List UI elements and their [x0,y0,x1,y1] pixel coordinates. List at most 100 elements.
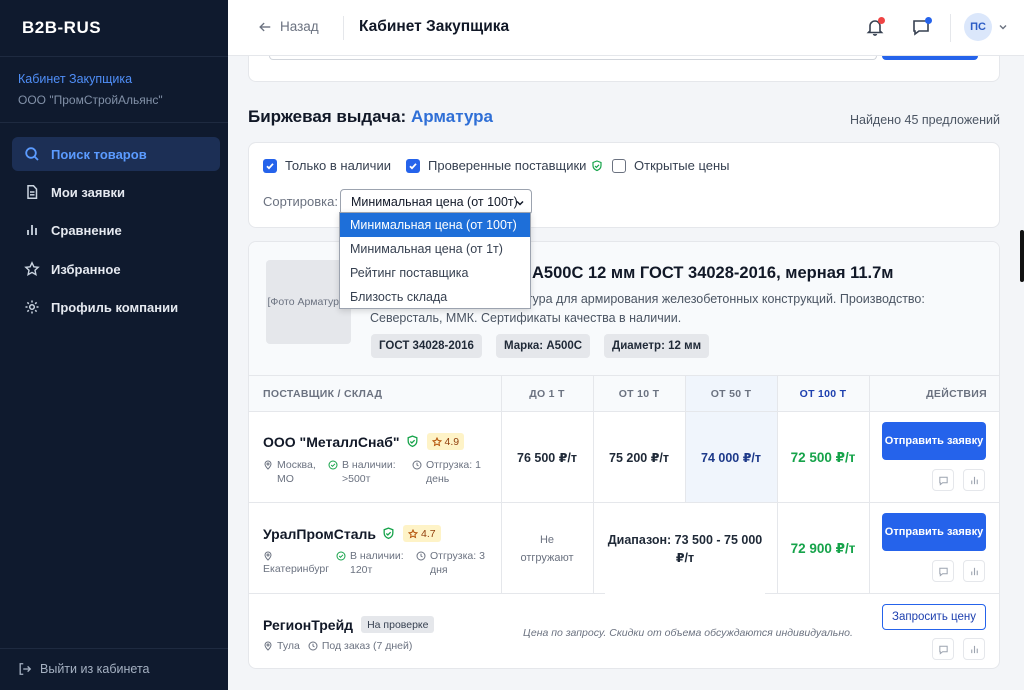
back-button[interactable]: Назад [258,19,319,34]
supplier-location: Москва, МО [263,458,325,486]
open-prices-checkbox[interactable]: Открытые цены [612,158,730,173]
chat-icon [938,567,948,577]
chevron-down-icon[interactable] [998,22,1008,32]
checkbox-checked[interactable] [263,158,277,173]
results-count: Найдено 45 предложений [849,113,1000,127]
sort-option[interactable]: Близость склада [340,285,530,309]
chevron-down-icon [516,200,524,206]
message-button[interactable] [932,560,954,582]
col-header-50t: ОТ 50 Т [685,376,777,412]
supplier-shipping: Отгрузка: 3 дня [416,549,494,577]
sidebar: B2B-RUS Кабинет Закупщика ООО "ПромСтрой… [0,0,228,690]
bar-chart-icon [970,476,978,484]
sidebar-item-label: Сравнение [51,222,122,238]
in-stock-checkbox[interactable]: Только в наличии [263,158,391,173]
org-name: ООО "ПромСтройАльянс" [18,93,163,107]
map-pin-icon [264,551,272,561]
clock-icon [416,551,426,561]
sidebar-item-favorites[interactable]: Избранное [12,252,220,286]
notifications-button[interactable] [865,17,885,37]
section-title-prefix: Биржевая выдача: [248,107,407,126]
sort-option[interactable]: Минимальная цена (от 1т) [340,237,530,261]
chat-icon [938,645,948,655]
top-header: Назад Кабинет Закупщика ПС [228,0,1024,56]
bar-chart-icon [970,567,978,575]
messages-button[interactable] [911,17,932,37]
sidebar-item-requests[interactable]: Мои заявки [12,175,220,209]
checkbox-label: Проверенные поставщики [428,158,587,173]
price-100t: 72 500 ₽/т [790,449,856,465]
supplier-name[interactable]: РегионТрейд На проверке [263,616,435,633]
sidebar-item-profile[interactable]: Профиль компании [12,290,220,324]
checkbox-label: Только в наличии [285,158,391,173]
check-circle-icon [336,551,346,561]
sort-label: Сортировка: [263,194,338,209]
col-header-actions: ДЕЙСТВИЯ [869,376,999,412]
scrollbar-thumb[interactable] [1020,230,1024,282]
sort-dropdown: Минимальная цена (от 100т) Минимальная ц… [339,212,531,309]
tag-grade: Марка: А500С [496,334,591,358]
logout-link[interactable]: Выйти из кабинета [18,662,150,676]
back-label: Назад [280,19,319,34]
col-header-100t: ОТ 100 Т [777,376,869,412]
sort-option[interactable]: Рейтинг поставщика [340,261,530,285]
notification-dot [878,17,885,24]
search-icon [24,146,40,162]
star-icon [24,261,40,277]
sidebar-item-compare[interactable]: Сравнение [12,213,220,247]
verified-checkbox[interactable]: Проверенные поставщики [406,158,603,173]
supplier-stock: В наличии: 120т [336,549,410,577]
rating-badge: 4.7 [403,525,441,542]
document-icon [24,184,40,200]
clock-icon [308,641,318,651]
price-1t: Не отгружают [520,533,574,564]
checkbox-unchecked[interactable] [612,158,626,173]
tag-gost: ГОСТ 34028-2016 [371,334,482,358]
checkbox-label: Открытые цены [634,158,730,173]
logo: B2B-RUS [22,18,102,37]
supplier-location: Тула Под заказ (7 дней) [263,639,412,653]
price-50t: 74 000 ₽/т [701,450,761,465]
price-range: Диапазон: 73 500 - 75 000 ₽/т [605,503,765,594]
section-title-category: Арматура [410,107,494,126]
supplier-location: Екатеринбург [263,549,335,576]
avatar[interactable]: ПС [964,13,992,41]
col-header-1t: ДО 1 Т [501,376,593,412]
price-10t: 75 200 ₽/т [609,450,669,465]
price-1t: 76 500 ₽/т [517,450,577,465]
map-pin-icon [264,641,272,651]
sort-option[interactable]: Минимальная цена (от 100т) [340,213,530,237]
price-100t: 72 900 ₽/т [790,540,856,556]
search-input[interactable] [269,56,877,60]
chat-icon [938,476,948,486]
send-request-button[interactable]: Отправить заявку [882,422,986,460]
table-row: ООО "МеталлСнаб" 4.9 Москва, МО В наличи… [249,412,999,503]
col-header-supplier: ПОСТАВЩИК / СКЛАД [249,376,501,412]
supplier-name[interactable]: ООО "МеталлСнаб" 4.9 [263,433,465,450]
message-button[interactable] [932,469,954,491]
divider [0,122,228,123]
compare-button[interactable] [963,638,985,660]
request-price-button[interactable]: Запросить цену [882,604,986,630]
review-status-badge: На проверке [361,616,435,633]
send-request-button[interactable]: Отправить заявку [882,513,986,551]
search-button[interactable] [882,56,978,60]
sidebar-item-label: Мои заявки [51,184,125,200]
message-button[interactable] [932,638,954,660]
bar-chart-icon [24,222,40,238]
compare-button[interactable] [963,560,985,582]
compare-button[interactable] [963,469,985,491]
shield-check-icon [407,435,418,448]
sidebar-item-label: Избранное [51,261,121,277]
sidebar-item-search[interactable]: Поиск товаров [12,137,220,171]
org-role: Кабинет Закупщика [18,72,133,86]
rating-badge: 4.9 [426,433,465,450]
section-title: Биржевая выдача: Арматура [248,107,493,127]
sort-value: Минимальная цена (от 100т) [351,195,518,209]
divider [343,16,344,40]
table-row: РегионТрейд На проверке Тула Под заказ (… [249,594,999,668]
supplier-name[interactable]: УралПромСталь 4.7 [263,525,441,542]
price-note: Цена по запросу. Скидки от объема обсужд… [523,627,853,639]
logout-label: Выйти из кабинета [40,662,150,676]
checkbox-checked[interactable] [406,158,420,173]
